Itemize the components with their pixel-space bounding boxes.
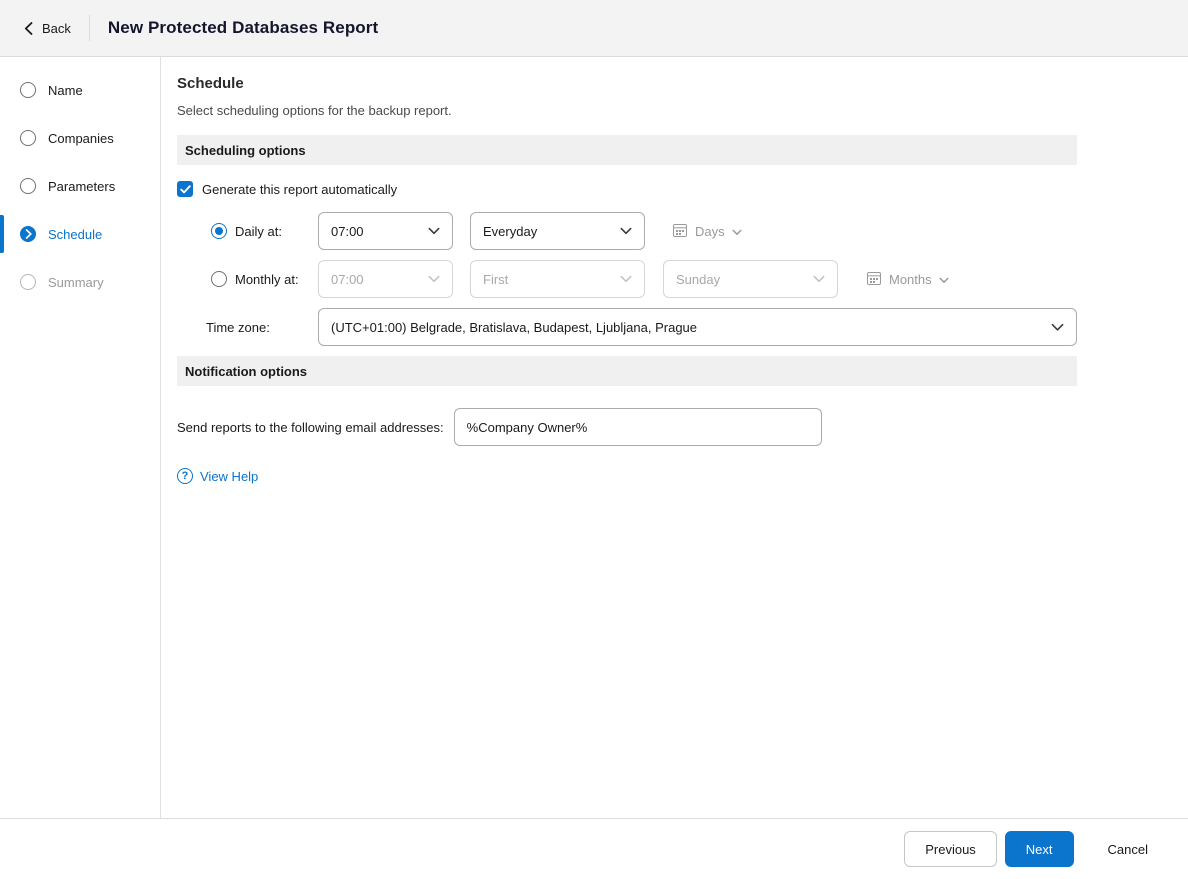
step-circle-icon	[20, 274, 36, 290]
step-circle-icon	[20, 178, 36, 194]
sidebar-item-companies[interactable]: Companies	[0, 114, 160, 162]
back-button[interactable]: Back	[24, 21, 71, 36]
monthly-schedule-row: Monthly at: 07:00 First Sunday Months	[177, 260, 1077, 298]
app-window: Back New Protected Databases Report Name…	[0, 0, 1188, 879]
generate-report-checkbox[interactable]	[177, 181, 193, 197]
step-subtitle: Select scheduling options for the backup…	[177, 103, 452, 118]
monthly-label: Monthly at:	[235, 271, 299, 287]
monthly-weekday-select[interactable]: Sunday	[663, 260, 838, 298]
chevron-down-icon	[939, 272, 949, 287]
sidebar-item-name[interactable]: Name	[0, 66, 160, 114]
back-label: Back	[42, 20, 71, 36]
monthly-time-select[interactable]: 07:00	[318, 260, 453, 298]
step-active-chevron-icon	[20, 226, 36, 242]
sidebar-item-summary[interactable]: Summary	[0, 258, 160, 306]
notification-options-section-header: Notification options	[177, 356, 1077, 386]
step-circle-icon	[20, 130, 36, 146]
chevron-down-icon	[418, 275, 440, 283]
sidebar-item-schedule[interactable]: Schedule	[0, 210, 160, 258]
next-button[interactable]: Next	[1004, 831, 1074, 867]
daily-days-dropdown[interactable]: Days	[672, 222, 742, 241]
chevron-down-icon	[732, 224, 742, 239]
generate-report-checkbox-label: Generate this report automatically	[202, 181, 398, 197]
sidebar-item-parameters[interactable]: Parameters	[0, 162, 160, 210]
header-divider	[88, 15, 90, 41]
generate-report-checkbox-row: Generate this report automatically	[177, 181, 1077, 197]
email-recipients-label: Send reports to the following email addr…	[177, 419, 444, 435]
step-label: Name	[48, 82, 83, 98]
help-question-icon: ?	[177, 468, 193, 484]
monthly-radio[interactable]	[211, 271, 227, 287]
daily-schedule-row: Daily at: 07:00 Everyday Days	[177, 212, 1077, 250]
content-panel: Schedule Select scheduling options for t…	[161, 57, 1188, 818]
step-label: Schedule	[48, 226, 103, 242]
calendar-icon	[672, 222, 688, 241]
chevron-down-icon	[418, 227, 440, 235]
step-circle-icon	[20, 82, 36, 98]
wizard-steps-sidebar: Name Companies Parameters Schedule Summa…	[0, 57, 161, 818]
step-label: Companies	[48, 130, 114, 146]
chevron-down-icon	[610, 275, 632, 283]
calendar-icon	[866, 270, 882, 289]
chevron-left-icon	[24, 21, 33, 35]
header-bar: Back New Protected Databases Report	[0, 0, 1188, 57]
step-label: Parameters	[48, 178, 116, 194]
page-title: New Protected Databases Report	[107, 18, 379, 37]
step-label: Summary	[48, 274, 104, 290]
chevron-down-icon	[1041, 323, 1064, 332]
chevron-down-icon	[610, 227, 632, 235]
daily-radio[interactable]	[211, 223, 227, 239]
email-recipients-row: Send reports to the following email addr…	[177, 408, 1077, 446]
view-help-label: View Help	[200, 468, 259, 484]
timezone-select[interactable]: (UTC+01:00) Belgrade, Bratislava, Budape…	[318, 308, 1077, 346]
months-label: Months	[889, 271, 932, 287]
daily-frequency-select[interactable]: Everyday	[470, 212, 645, 250]
view-help-link[interactable]: ? View Help	[177, 468, 1077, 484]
monthly-week-select[interactable]: First	[470, 260, 645, 298]
monthly-months-dropdown[interactable]: Months	[866, 270, 949, 289]
email-recipients-input[interactable]	[453, 408, 822, 446]
scheduling-options-section-header: Scheduling options	[177, 135, 1077, 165]
previous-button[interactable]: Previous	[904, 831, 997, 867]
days-label: Days	[695, 223, 725, 239]
chevron-down-icon	[803, 275, 825, 283]
footer-bar: Previous Next Cancel	[0, 818, 1188, 879]
cancel-button[interactable]: Cancel	[1102, 831, 1154, 867]
daily-time-select[interactable]: 07:00	[318, 212, 453, 250]
check-icon	[179, 184, 191, 193]
daily-label: Daily at:	[235, 223, 282, 239]
step-title: Schedule	[177, 75, 244, 92]
timezone-row: Time zone: (UTC+01:00) Belgrade, Bratisl…	[177, 308, 1077, 346]
timezone-label: Time zone:	[206, 319, 270, 335]
